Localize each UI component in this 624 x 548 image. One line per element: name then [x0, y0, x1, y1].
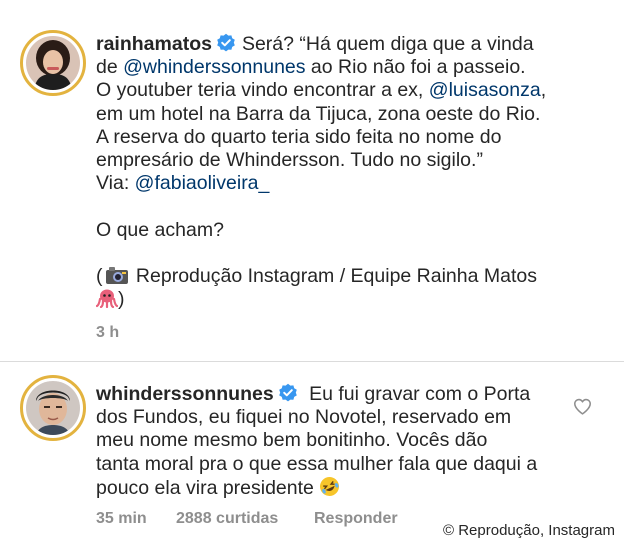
section-divider	[0, 361, 624, 362]
caption-text: rainhamatos Será? “Há quem diga que a vin…	[95, 33, 596, 311]
caption-credit-line-2: )	[95, 288, 596, 311]
comment-timestamp[interactable]: 35 min	[96, 510, 147, 528]
rofl-emoji-icon	[320, 476, 340, 496]
mention-fabiaoliveira[interactable]: @fabiaoliveira_	[135, 172, 270, 194]
caption-credit-text: Reprodução Instagram / Equipe Rainha Mat…	[135, 264, 537, 287]
reply-button[interactable]: Responder	[314, 510, 398, 528]
heart-icon[interactable]	[573, 398, 592, 415]
caption-spacer-2	[96, 242, 596, 265]
caption-line-6-pre: Via:	[96, 172, 135, 195]
verified-badge-icon	[217, 33, 235, 52]
caption-line-0-text: Será? “Há quem diga que a vinda	[241, 33, 534, 55]
caption-line-4: A reserva do quarto teria sido feita no …	[96, 125, 502, 148]
watermark-credit: © Reprodução, Instagram	[443, 522, 615, 539]
caption-line-1-post: ao Rio não foi a passeio.	[305, 56, 526, 79]
comment-line-0: whinderssonnunes Eu fui gravar com o Por…	[96, 383, 566, 406]
username-rainhamatos[interactable]: rainhamatos	[96, 33, 212, 55]
comment-line-3: tanta moral pra o que essa mulher fala q…	[96, 452, 538, 475]
comment-line-0-text: Eu fui gravar com o Porta	[309, 383, 531, 405]
caption-line-1: de @whinderssonnunes ao Rio não foi a pa…	[96, 56, 596, 79]
post-caption: rainhamatos Será? “Há quem diga que a vin…	[0, 0, 624, 362]
caption-line-2-post: ,	[540, 79, 547, 102]
caption-line-0: rainhamatos Será? “Há quem diga que a vin…	[96, 33, 596, 56]
caption-line-5: empresário de Whindersson. Tudo no sigil…	[96, 148, 483, 171]
post-timestamp: 3 h	[96, 324, 120, 341]
verified-badge-icon	[278, 383, 297, 402]
caption-question: O que acham?	[96, 218, 224, 241]
comment-line-2: meu nome mesmo bem bonitinho. Vocês dão	[96, 429, 488, 452]
avatar-whinderssonnunes[interactable]	[20, 375, 86, 441]
avatar-rainhamatos[interactable]	[20, 30, 86, 96]
octopus-icon	[95, 289, 119, 309]
avatar-photo-icon	[26, 36, 80, 90]
mention-whinderssonnunes[interactable]: @whinderssonnunes	[123, 56, 305, 78]
caption-line-1-pre: de	[96, 56, 124, 79]
comment-likes-count[interactable]: 2888 curtidas	[176, 510, 278, 528]
comment-line-4-text: pouco ela vira presidente	[96, 476, 314, 499]
caption-line-2-pre: O youtuber teria vindo encontrar a ex,	[96, 79, 429, 102]
caption-line-3: em um hotel na Barra da Tijuca, zona oes…	[96, 102, 541, 125]
mention-luisasonza[interactable]: @luisasonza	[429, 79, 541, 101]
caption-credit-line: ( Reprodução Instagram / Equipe Rainha M…	[96, 264, 537, 287]
comment-line-4: pouco ela vira presidente	[96, 476, 566, 499]
comment-text: whinderssonnunes Eu fui gravar com o Por…	[96, 383, 566, 499]
avatar-photo-icon	[26, 381, 80, 435]
username-whinderssonnunes[interactable]: whinderssonnunes	[96, 383, 274, 405]
comment-line-1: dos Fundos, eu fiquei no Novotel, reserv…	[96, 406, 512, 429]
caption-line-6: Via: @fabiaoliveira_	[96, 172, 596, 195]
camera-icon	[105, 266, 128, 284]
caption-line-2: O youtuber teria vindo encontrar a ex, @…	[96, 79, 596, 102]
